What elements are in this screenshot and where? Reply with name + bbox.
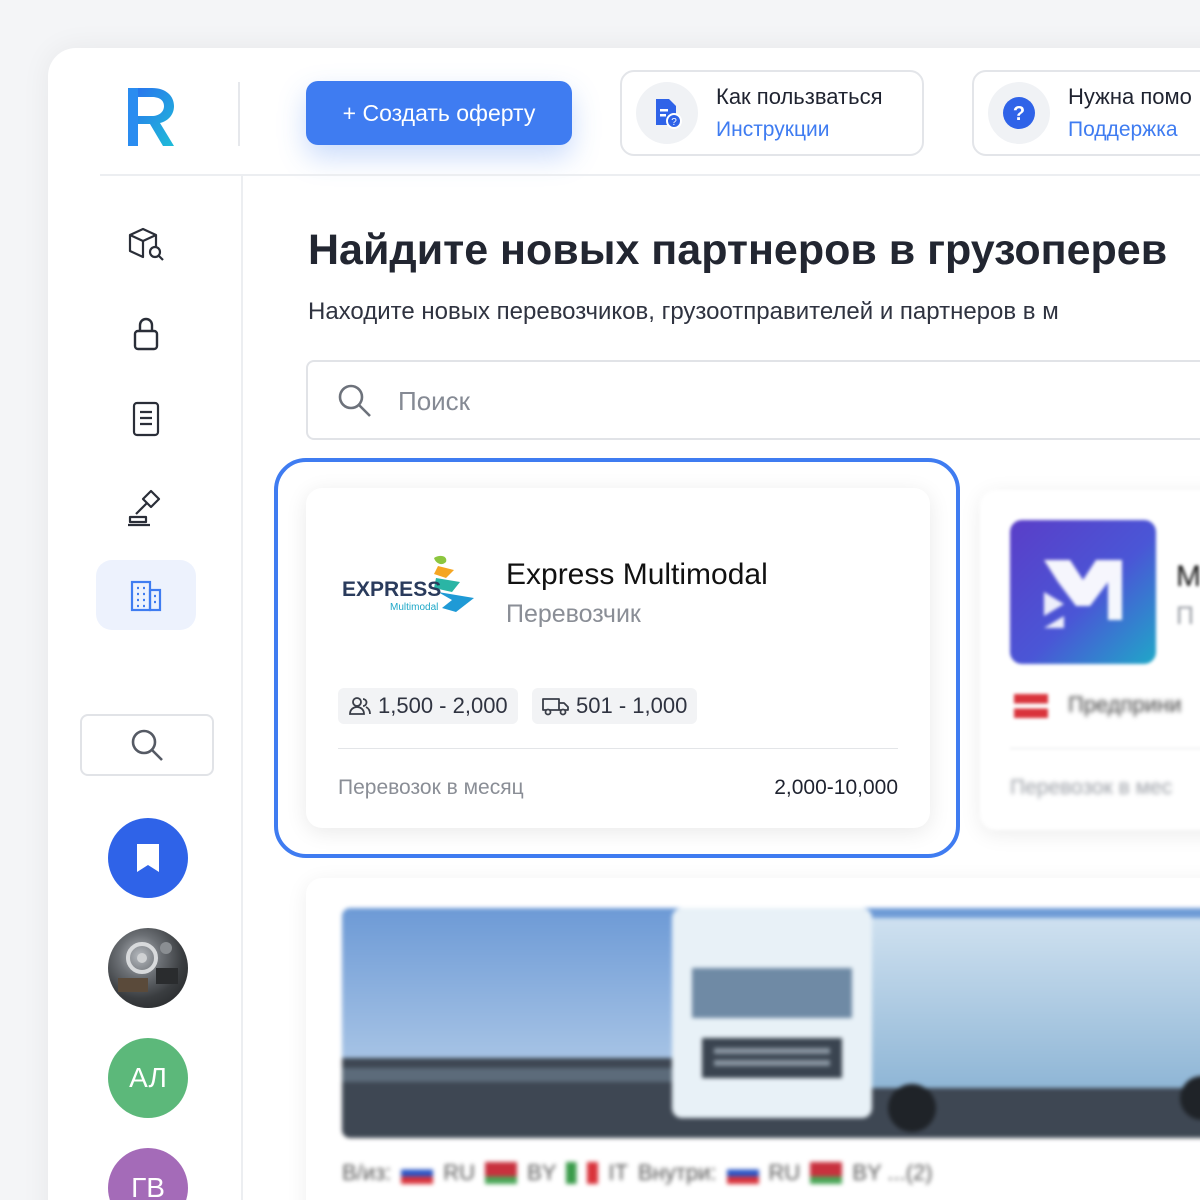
- route-it: IT: [608, 1160, 628, 1185]
- document-list-icon: [132, 401, 160, 437]
- help-instructions-card[interactable]: ? Как пользваться Инструкции: [620, 70, 924, 156]
- user-avatar-gv[interactable]: ГВ: [108, 1148, 188, 1200]
- sidebar-item-partners[interactable]: [96, 560, 196, 630]
- app-window: + Создать оферту ? Как пользваться Инстр…: [48, 48, 1200, 1200]
- m-logo-icon: [1044, 560, 1122, 628]
- route-by-domestic: BY ...(2): [852, 1160, 933, 1185]
- header-separator: [100, 174, 1200, 176]
- trucks-badge: 501 - 1,000: [532, 688, 698, 724]
- sidebar-item-documents[interactable]: [96, 384, 196, 454]
- flag-ru-icon: [726, 1162, 759, 1184]
- company-photo-avatar[interactable]: [108, 928, 188, 1008]
- partner-card-3[interactable]: В/из: RU BY IT Внутри: RU BY ...(2): [306, 878, 1200, 1200]
- sidebar-separator: [241, 176, 243, 1200]
- partner-card-2[interactable]: М П Предприни Перевозок в мес: [980, 490, 1200, 830]
- trucks-range: 501 - 1,000: [576, 693, 688, 718]
- users-icon: [349, 697, 371, 715]
- header-divider: [238, 82, 240, 146]
- truck-icon: [542, 698, 569, 716]
- monthly-shipments-value: 2,000-10,000: [774, 776, 898, 799]
- route-ru-domestic: RU: [768, 1160, 801, 1185]
- page-title: Найдите новых партнеров в грузоперев: [308, 226, 1168, 274]
- flag-it-icon: [566, 1162, 599, 1184]
- question-icon: ?: [988, 82, 1050, 144]
- help-support-title: Нужна помо: [1068, 84, 1192, 109]
- saved-bookmarks-avatar[interactable]: [108, 818, 188, 898]
- search-input[interactable]: [398, 380, 998, 422]
- flag-by-icon: [810, 1162, 843, 1184]
- flag-icon: [1014, 694, 1048, 718]
- partner-card-express-multimodal[interactable]: EXPRESS Multimodal Express Multimodal Пе…: [306, 488, 930, 828]
- app-logo[interactable]: [124, 82, 180, 148]
- sidebar-search-button[interactable]: [80, 714, 214, 776]
- card-divider: [338, 748, 898, 749]
- partner-search-field[interactable]: [306, 360, 1200, 440]
- search-icon: [131, 729, 163, 761]
- building-icon: [130, 580, 162, 612]
- machinery-photo-icon: [118, 942, 178, 992]
- route-by: BY: [527, 1160, 557, 1185]
- sidebar-item-security[interactable]: [96, 298, 196, 368]
- employees-badge: 1,500 - 2,000: [338, 688, 518, 724]
- search-icon: [338, 384, 371, 417]
- truck-photo: [342, 908, 1200, 1138]
- partner-card-2-footer: Перевозок в мес: [1010, 776, 1173, 799]
- gavel-icon: [128, 489, 161, 527]
- monthly-shipments-label: Перевозок в месяц: [338, 776, 524, 799]
- route-ru: RU: [443, 1160, 476, 1185]
- logo-subtext: Multimodal: [390, 602, 438, 613]
- partner-card-2-type: П: [1176, 602, 1194, 630]
- express-multimodal-logo: EXPRESS Multimodal: [342, 555, 474, 613]
- sidebar-item-auctions[interactable]: [96, 472, 196, 542]
- partner-type: Перевозчик: [506, 600, 641, 628]
- routes-label-domestic: Внутри:: [637, 1160, 717, 1185]
- routes-row: В/из: RU BY IT Внутри: RU BY ...(2): [342, 1160, 933, 1186]
- user-avatar-al[interactable]: АЛ: [108, 1038, 188, 1118]
- partner-card-2-tag: Предприни: [1068, 692, 1182, 717]
- instructions-link[interactable]: Инструкции: [716, 118, 829, 142]
- flag-ru-icon: [401, 1162, 434, 1184]
- page-subtitle: Находите новых перевозчиков, грузоотправ…: [308, 298, 1059, 325]
- company-logo-m: [1010, 520, 1156, 664]
- package-search-icon: [128, 227, 164, 261]
- bookmark-icon: [137, 844, 159, 872]
- help-instructions-title: Как пользваться: [716, 84, 883, 109]
- svg-text:?: ?: [671, 117, 677, 128]
- logo-text: EXPRESS: [342, 578, 441, 601]
- lock-icon: [133, 317, 159, 351]
- card-divider: [1010, 748, 1200, 749]
- routes-label-cross-border: В/из:: [342, 1160, 392, 1185]
- employees-range: 1,500 - 2,000: [378, 693, 508, 718]
- svg-text:?: ?: [1013, 103, 1025, 125]
- document-help-icon: ?: [636, 82, 698, 144]
- create-offer-button[interactable]: + Создать оферту: [306, 81, 572, 145]
- partner-name[interactable]: Express Multimodal: [506, 558, 768, 592]
- partner-card-2-name: М: [1176, 560, 1200, 593]
- flag-by-icon: [485, 1162, 518, 1184]
- support-link[interactable]: Поддержка: [1068, 118, 1178, 142]
- sidebar-item-cargo-search[interactable]: [96, 208, 196, 278]
- help-support-card[interactable]: ? Нужна помо Поддержка: [972, 70, 1200, 156]
